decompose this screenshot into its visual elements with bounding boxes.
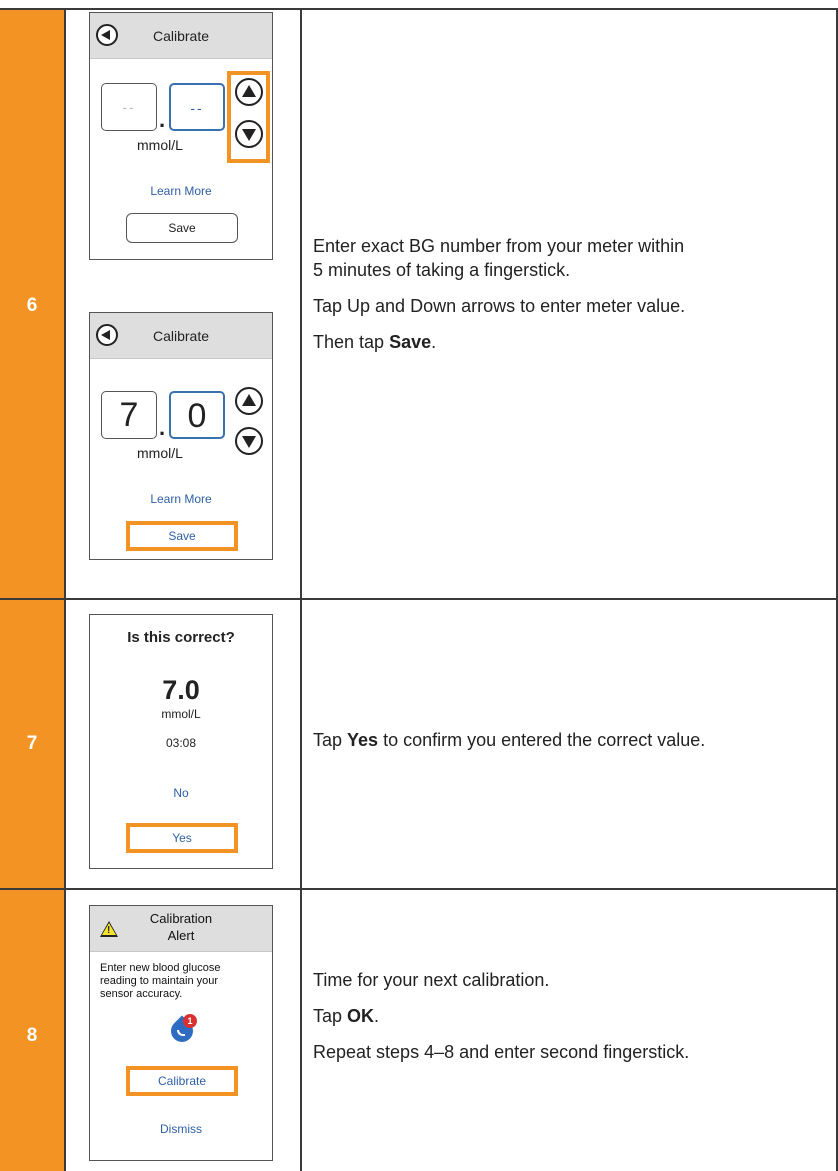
whole-number-value: 7 bbox=[119, 396, 139, 434]
column-divider bbox=[300, 10, 302, 598]
alert-message-line: reading to maintain your bbox=[100, 975, 219, 987]
step-number: 8 bbox=[26, 1025, 38, 1046]
step-8-description: Time for your next calibration. Tap OK. … bbox=[313, 968, 828, 1064]
step-row-8: 8 ! Calibration Alert Enter new blood gl… bbox=[0, 888, 838, 1171]
desc-text: to confirm you entered the correct value… bbox=[378, 730, 706, 750]
decimal-number-field[interactable]: 0 bbox=[169, 391, 225, 439]
desc-line: 5 minutes of taking a fingerstick. bbox=[313, 260, 571, 280]
desc-bold: Save bbox=[389, 332, 432, 352]
save-button[interactable]: Save bbox=[126, 521, 238, 551]
dismiss-button[interactable]: Dismiss bbox=[90, 1122, 272, 1136]
decimal-number-value: -- bbox=[190, 100, 204, 116]
learn-more-link[interactable]: Learn More bbox=[90, 184, 272, 198]
down-arrow-icon[interactable] bbox=[235, 120, 263, 148]
confirm-question: Is this correct? bbox=[127, 629, 235, 646]
blood-drop-icon: 1 bbox=[166, 1014, 198, 1047]
screen-header: Calibrate bbox=[90, 13, 272, 59]
unit-label: mmol/L bbox=[137, 445, 183, 461]
desc-line: Tap Yes to confirm you entered the corre… bbox=[313, 728, 828, 752]
desc-text: Tap bbox=[313, 730, 348, 750]
desc-text: . bbox=[374, 1006, 380, 1026]
screen-title: Calibrate bbox=[152, 328, 210, 344]
desc-line: Enter exact BG number from your meter wi… bbox=[313, 236, 685, 256]
step-number-cell: 8 bbox=[0, 890, 64, 1171]
learn-more-link[interactable]: Learn More bbox=[90, 492, 272, 506]
column-divider bbox=[64, 600, 66, 888]
step-row-7: 7 Is this correct? 7.0 mmol/L 03:08 No Y… bbox=[0, 598, 838, 888]
confirm-time: 03:08 bbox=[165, 736, 197, 750]
column-divider bbox=[64, 10, 66, 598]
save-button[interactable]: Save bbox=[126, 213, 238, 243]
no-button[interactable]: No bbox=[90, 786, 272, 800]
desc-text: . bbox=[431, 332, 437, 352]
down-arrow-icon[interactable] bbox=[235, 427, 263, 455]
notification-badge: 1 bbox=[183, 1014, 197, 1028]
desc-line: Time for your next calibration. bbox=[313, 970, 550, 990]
alert-title-line: Alert bbox=[167, 928, 195, 943]
decimal-point: . bbox=[159, 415, 166, 440]
screen-title: Calibrate bbox=[152, 28, 210, 44]
step-row-6: 6 Calibrate -- . -- mmol/L Learn More Sa… bbox=[0, 8, 838, 598]
desc-bold: OK bbox=[347, 1006, 375, 1026]
calibrate-screen-filled: Calibrate 7 . 0 mmol/L Learn More Save bbox=[89, 312, 273, 560]
step-number: 7 bbox=[26, 733, 38, 754]
step-6-description: Enter exact BG number from your meter wi… bbox=[313, 234, 828, 354]
column-divider bbox=[64, 890, 66, 1171]
alert-message-line: sensor accuracy. bbox=[100, 988, 183, 1000]
whole-number-value: -- bbox=[122, 99, 136, 115]
desc-text: Then tap bbox=[313, 332, 390, 352]
calibrate-screen-empty: Calibrate -- . -- mmol/L Learn More Save bbox=[89, 12, 273, 260]
alert-title-line: Calibration bbox=[149, 911, 213, 926]
calibration-alert-screen: ! Calibration Alert Enter new blood gluc… bbox=[89, 905, 273, 1161]
instruction-table: 6 Calibrate -- . -- mmol/L Learn More Sa… bbox=[0, 0, 838, 1171]
desc-bold: Yes bbox=[347, 730, 379, 750]
yes-button[interactable]: Yes bbox=[126, 823, 238, 853]
unit-label: mmol/L bbox=[137, 137, 183, 153]
whole-number-field[interactable]: -- bbox=[101, 83, 157, 131]
confirm-screen: Is this correct? 7.0 mmol/L 03:08 No Yes bbox=[89, 614, 273, 869]
step-number-cell: 7 bbox=[0, 600, 64, 888]
step-7-description: Tap Yes to confirm you entered the corre… bbox=[313, 728, 828, 752]
alert-header: ! Calibration Alert bbox=[90, 906, 272, 952]
step-number: 6 bbox=[26, 295, 38, 316]
desc-line: Tap Up and Down arrows to enter meter va… bbox=[313, 296, 686, 316]
up-arrow-icon[interactable] bbox=[235, 387, 263, 415]
decimal-point: . bbox=[159, 107, 166, 132]
step-number-cell: 6 bbox=[0, 10, 64, 598]
alert-message-line: Enter new blood glucose bbox=[100, 962, 221, 974]
screen-header: Calibrate bbox=[90, 313, 272, 359]
desc-line: Repeat steps 4–8 and enter second finger… bbox=[313, 1042, 690, 1062]
desc-line: Then tap Save. bbox=[313, 330, 828, 354]
desc-line: Tap OK. bbox=[313, 1004, 828, 1028]
whole-number-field[interactable]: 7 bbox=[101, 391, 157, 439]
calibrate-button[interactable]: Calibrate bbox=[126, 1066, 238, 1096]
confirm-unit: mmol/L bbox=[161, 707, 201, 721]
decimal-number-field[interactable]: -- bbox=[169, 83, 225, 131]
decimal-number-value: 0 bbox=[187, 397, 207, 435]
up-arrow-icon[interactable] bbox=[235, 78, 263, 106]
alert-title: Calibration Alert bbox=[90, 910, 272, 944]
desc-text: Tap bbox=[313, 1006, 348, 1026]
column-divider bbox=[300, 600, 302, 888]
column-divider bbox=[300, 890, 302, 1171]
alert-message: Enter new blood glucose reading to maint… bbox=[100, 962, 220, 1001]
confirm-value: 7.0 bbox=[162, 675, 200, 705]
